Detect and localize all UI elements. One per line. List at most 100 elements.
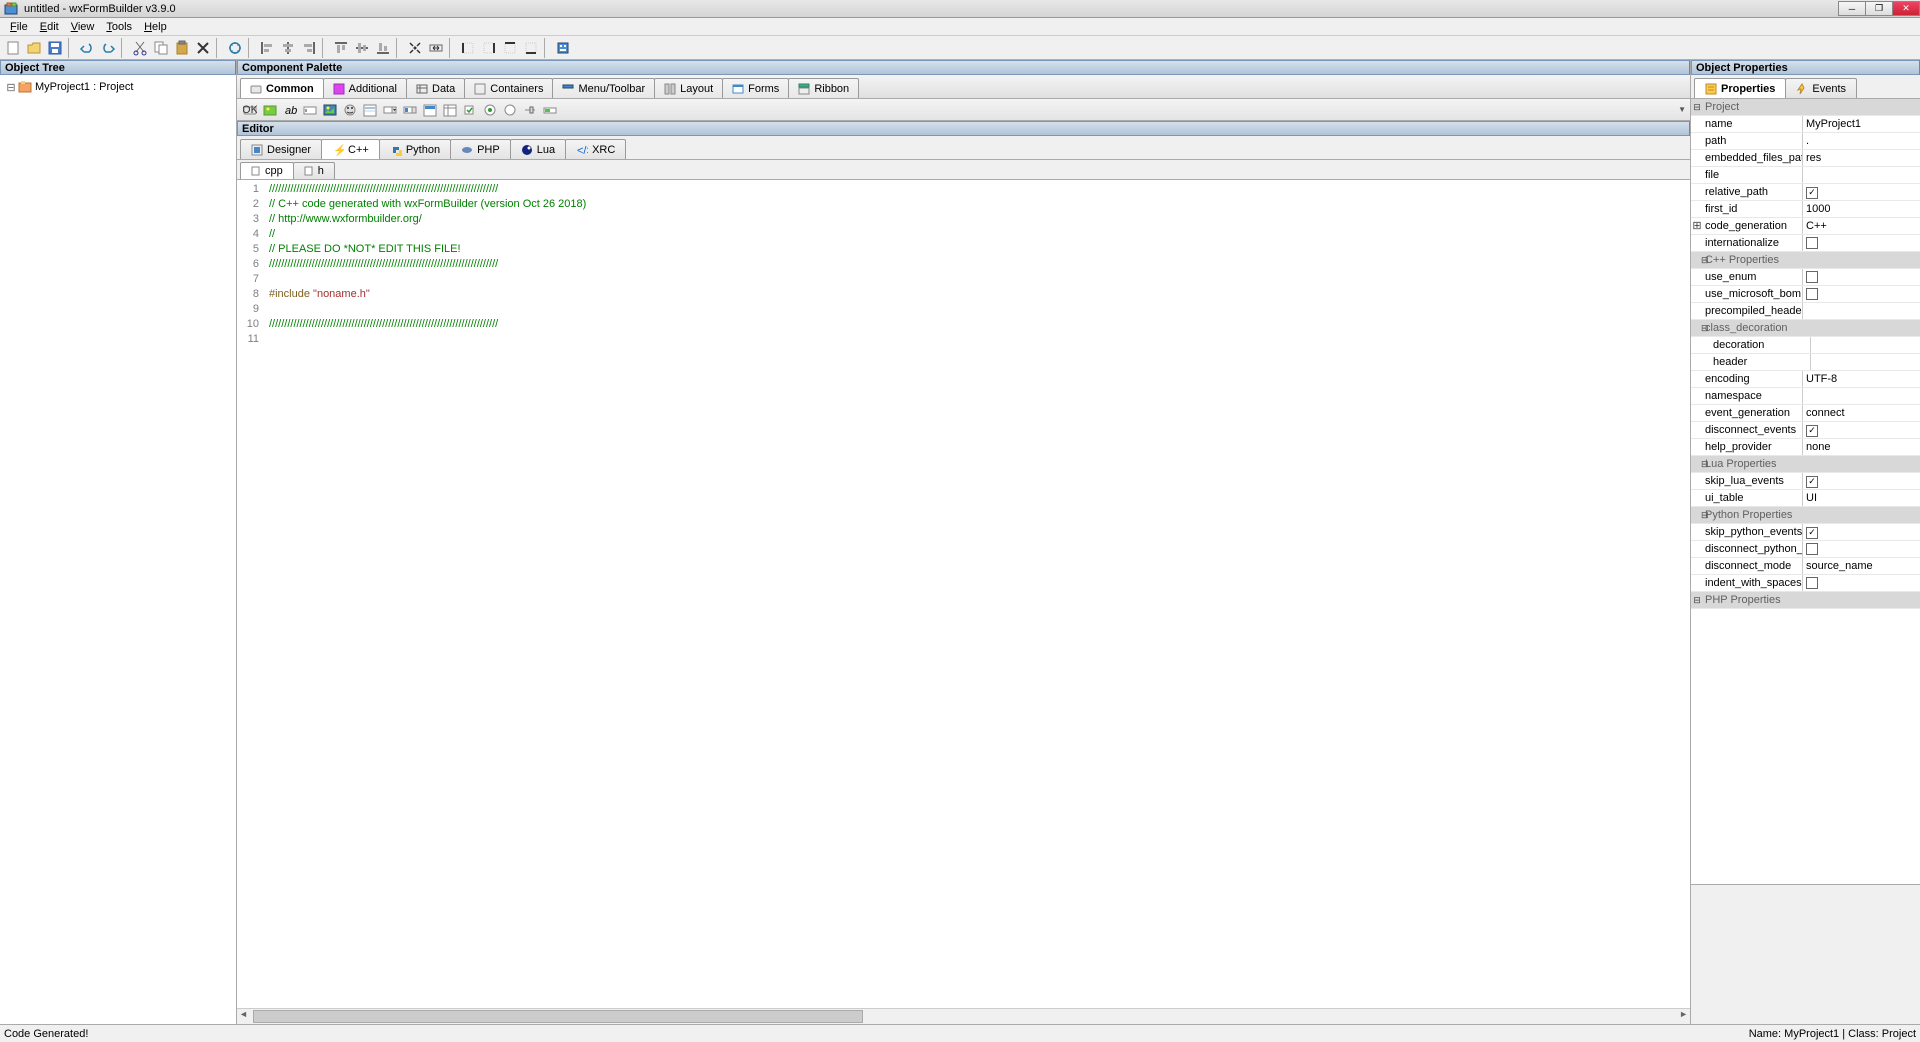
animation-tool[interactable] <box>341 101 359 119</box>
bitmap-tool[interactable] <box>321 101 339 119</box>
expand-icon[interactable]: ⊟ <box>1691 320 1703 336</box>
expand-icon[interactable]: ⊟ <box>1691 456 1703 472</box>
copy-button[interactable] <box>151 38 171 58</box>
prop-category-lua-properties[interactable]: ⊟Lua Properties <box>1691 456 1920 473</box>
prop-row-relative_path[interactable]: relative_path✓ <box>1691 184 1920 201</box>
slider-tool[interactable] <box>521 101 539 119</box>
bitmap-button-tool[interactable] <box>261 101 279 119</box>
close-button[interactable]: ✕ <box>1892 1 1920 16</box>
prop-row-disconnect_mode[interactable]: disconnect_modesource_name <box>1691 558 1920 575</box>
menu-file[interactable]: File <box>4 20 34 34</box>
prop-row-skip_lua_events[interactable]: skip_lua_events✓ <box>1691 473 1920 490</box>
prop-row-first_id[interactable]: first_id1000 <box>1691 201 1920 218</box>
scrollbar-thumb[interactable] <box>253 1010 863 1023</box>
prop-row-help_provider[interactable]: help_providernone <box>1691 439 1920 456</box>
editor-tab-c[interactable]: ⚡C++ <box>321 139 380 159</box>
prop-row-event_generation[interactable]: event_generationconnect <box>1691 405 1920 422</box>
new-button[interactable] <box>3 38 23 58</box>
delete-button[interactable] <box>193 38 213 58</box>
code-editor[interactable]: 1234567891011 //////////////////////////… <box>237 180 1690 1008</box>
prop-value[interactable]: source_name <box>1803 558 1920 574</box>
radiobox-tool[interactable] <box>501 101 519 119</box>
maximize-button[interactable]: ❐ <box>1865 1 1893 16</box>
redo-button[interactable] <box>98 38 118 58</box>
palette-tab-containers[interactable]: Containers <box>464 78 553 98</box>
prop-value[interactable] <box>1803 388 1920 404</box>
listctrl-tool[interactable] <box>441 101 459 119</box>
checkbox-tool[interactable] <box>461 101 479 119</box>
prop-row-precompiled_header[interactable]: precompiled_header <box>1691 303 1920 320</box>
prop-value[interactable]: 1000 <box>1803 201 1920 217</box>
editor-tab-xrc[interactable]: </>XRC <box>565 139 626 159</box>
prop-value[interactable]: connect <box>1803 405 1920 421</box>
prop-value[interactable]: res <box>1803 150 1920 166</box>
checkbox[interactable] <box>1806 271 1818 283</box>
palette-tab-menu-toolbar[interactable]: Menu/Toolbar <box>552 78 655 98</box>
menu-edit[interactable]: Edit <box>34 20 65 34</box>
cut-button[interactable] <box>130 38 150 58</box>
expand-icon[interactable]: ⊟ <box>1691 252 1703 268</box>
prop-row-use_microsoft_bom[interactable]: use_microsoft_bom <box>1691 286 1920 303</box>
button-tool[interactable]: OK <box>241 101 259 119</box>
align-center-h-button[interactable] <box>278 38 298 58</box>
prop-tab-events[interactable]: Events <box>1785 78 1857 98</box>
checkbox[interactable]: ✓ <box>1806 187 1818 199</box>
minimize-button[interactable]: ─ <box>1838 1 1866 16</box>
object-tree[interactable]: ⊟ MyProject1 : Project <box>0 75 236 1024</box>
property-grid[interactable]: ⊟ProjectnameMyProject1path.embedded_file… <box>1691 99 1920 884</box>
prop-row-namespace[interactable]: namespace <box>1691 388 1920 405</box>
menu-view[interactable]: View <box>65 20 101 34</box>
prop-row-encoding[interactable]: encodingUTF-8 <box>1691 371 1920 388</box>
file-tab-h[interactable]: h <box>293 162 335 179</box>
undo-button[interactable] <box>77 38 97 58</box>
align-center-v-button[interactable] <box>352 38 372 58</box>
open-button[interactable] <box>24 38 44 58</box>
align-bottom-button[interactable] <box>373 38 393 58</box>
expand-icon[interactable]: ⊞ <box>1692 220 1701 232</box>
prop-row-embedded_files_path[interactable]: embedded_files_pathres <box>1691 150 1920 167</box>
editor-tab-lua[interactable]: Lua <box>510 139 566 159</box>
border-left-button[interactable] <box>458 38 478 58</box>
prop-value[interactable]: none <box>1803 439 1920 455</box>
menu-help[interactable]: Help <box>138 20 173 34</box>
align-right-button[interactable] <box>299 38 319 58</box>
tree-root-item[interactable]: ⊟ MyProject1 : Project <box>2 79 234 95</box>
radio-tool[interactable] <box>481 101 499 119</box>
combobox-tool[interactable] <box>381 101 399 119</box>
checkbox[interactable]: ✓ <box>1806 425 1818 437</box>
prop-row-use_enum[interactable]: use_enum <box>1691 269 1920 286</box>
prop-row-decoration[interactable]: decoration <box>1691 337 1920 354</box>
prop-category-class_decoration[interactable]: ⊟class_decoration <box>1691 320 1920 337</box>
prop-category-python-properties[interactable]: ⊟Python Properties <box>1691 507 1920 524</box>
checkbox[interactable] <box>1806 237 1818 249</box>
settings-button[interactable] <box>553 38 573 58</box>
prop-row-code_generation[interactable]: ⊞code_generationC++ <box>1691 218 1920 235</box>
expand-icon[interactable]: ⊟ <box>1691 507 1703 523</box>
palette-tab-layout[interactable]: Layout <box>654 78 723 98</box>
paste-button[interactable] <box>172 38 192 58</box>
prop-row-file[interactable]: file <box>1691 167 1920 184</box>
prop-category-c-properties[interactable]: ⊟C++ Properties <box>1691 252 1920 269</box>
prop-value[interactable]: MyProject1 <box>1803 116 1920 132</box>
editor-tab-designer[interactable]: Designer <box>240 139 322 159</box>
palette-dropdown-icon[interactable]: ▼ <box>1678 105 1686 114</box>
prop-value[interactable]: C++ <box>1803 218 1920 234</box>
textctrl-tool[interactable] <box>301 101 319 119</box>
prop-value[interactable] <box>1803 303 1920 319</box>
bitmap-combobox-tool[interactable] <box>401 101 419 119</box>
prop-row-ui_table[interactable]: ui_tableUI <box>1691 490 1920 507</box>
prop-value[interactable]: UTF-8 <box>1803 371 1920 387</box>
prop-category-php-properties[interactable]: ⊟PHP Properties <box>1691 592 1920 609</box>
prop-row-disconnect_events[interactable]: disconnect_events✓ <box>1691 422 1920 439</box>
prop-row-skip_python_events[interactable]: skip_python_events✓ <box>1691 524 1920 541</box>
editor-tab-php[interactable]: PHP <box>450 139 511 159</box>
border-top-button[interactable] <box>500 38 520 58</box>
prop-category-project[interactable]: ⊟Project <box>1691 99 1920 116</box>
gauge-tool[interactable] <box>541 101 559 119</box>
listbox-tool[interactable] <box>361 101 379 119</box>
palette-tab-forms[interactable]: Forms <box>722 78 789 98</box>
prop-row-path[interactable]: path. <box>1691 133 1920 150</box>
align-left-button[interactable] <box>257 38 277 58</box>
editor-tab-python[interactable]: Python <box>379 139 451 159</box>
tree-expander-icon[interactable]: ⊟ <box>4 81 18 94</box>
